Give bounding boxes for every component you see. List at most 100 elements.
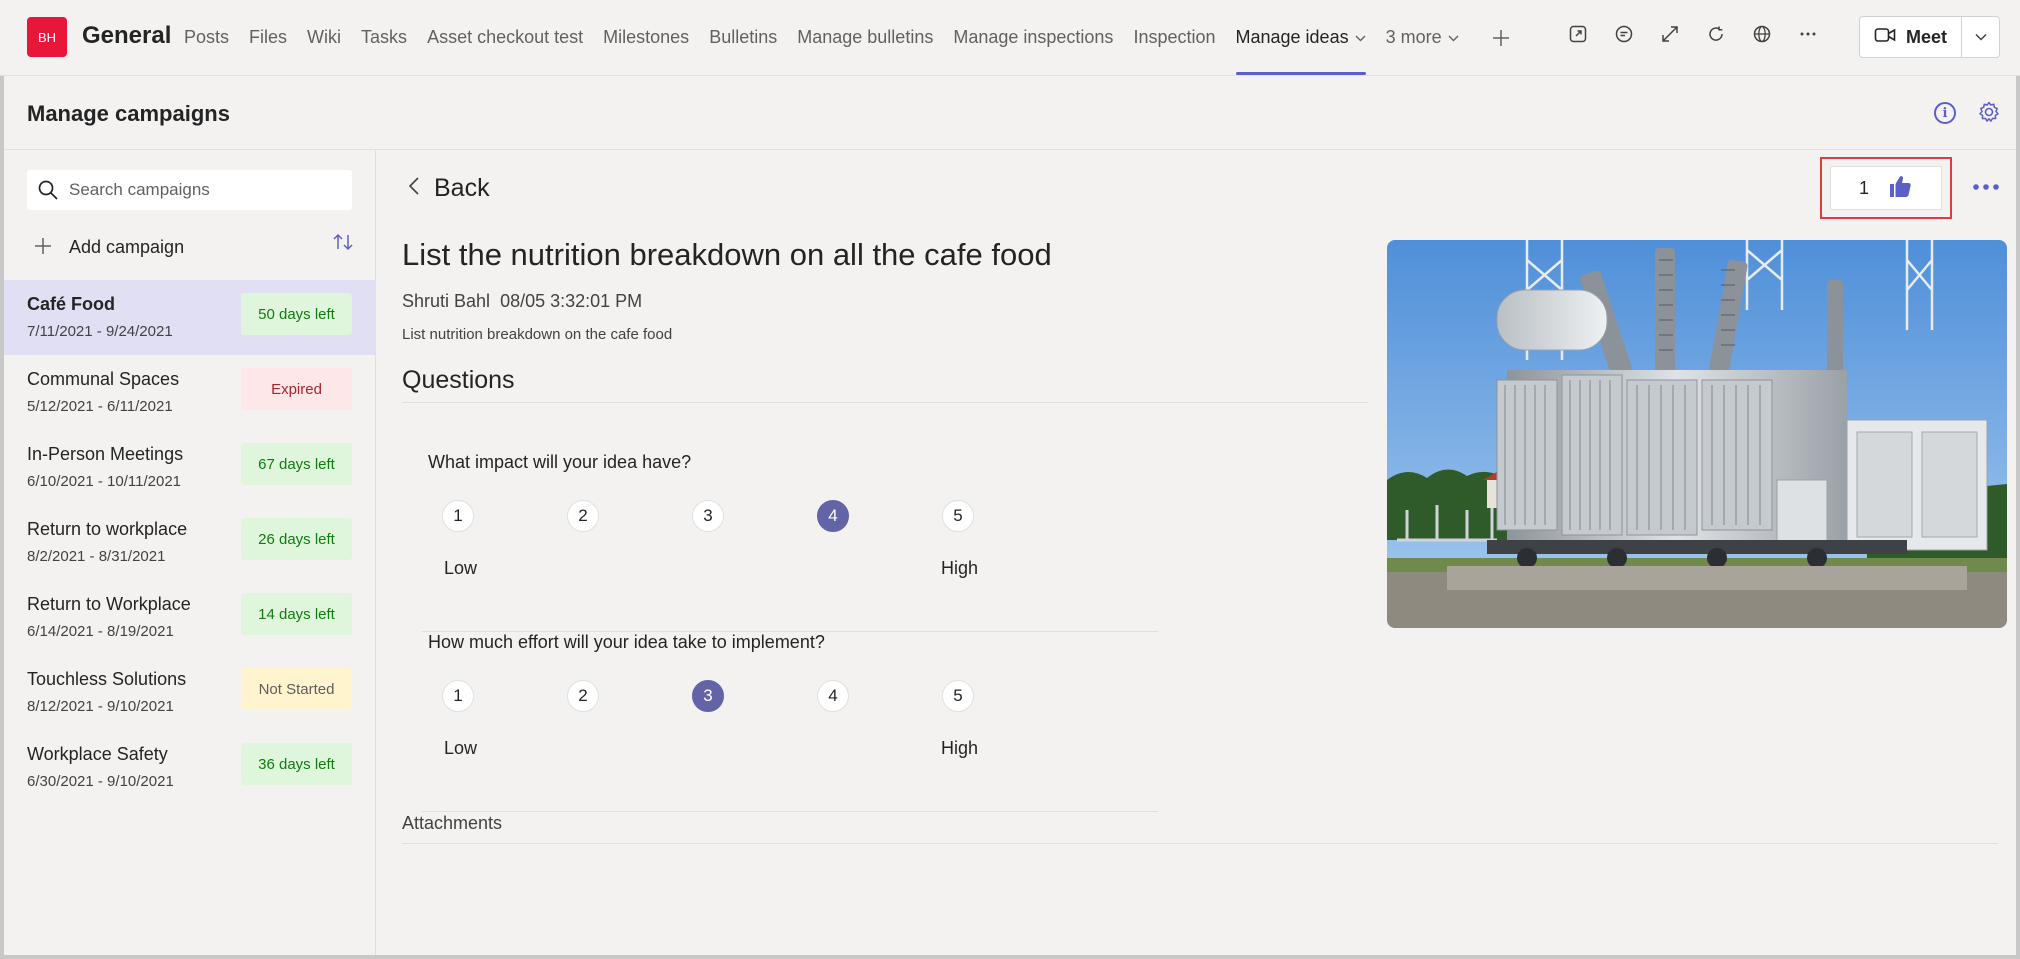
gear-icon[interactable] [1977, 100, 2001, 124]
rating-option[interactable]: 4 [817, 500, 849, 532]
tab-label: Files [249, 27, 288, 47]
rating-low-label: Low [444, 738, 478, 758]
chevron-down-icon [1448, 31, 1459, 45]
thumbs-up-icon [1887, 173, 1913, 204]
tab-manage-inspections[interactable]: Manage inspections [953, 0, 1113, 75]
video-camera-icon [1874, 25, 1896, 50]
tab-inspection[interactable]: Inspection [1133, 0, 1215, 75]
attachments-divider [402, 843, 1998, 844]
campaign-item[interactable]: Return to workplace 8/2/2021 - 8/31/2021 2… [4, 505, 376, 580]
campaign-name: Communal Spaces [27, 369, 180, 389]
tab-label: 3 more [1385, 27, 1442, 47]
meet-label: Meet [1906, 26, 1948, 47]
status-badge: 67 days left [241, 443, 352, 485]
rating-low-label: Low [444, 558, 478, 578]
refresh-icon[interactable] [1704, 22, 1728, 46]
meet-now-button[interactable]: Meet [1860, 17, 1962, 57]
add-tab-icon[interactable] [1491, 0, 1511, 75]
tab-wiki[interactable]: Wiki [307, 0, 341, 75]
rating-option[interactable]: 5 [942, 680, 974, 712]
more-options-icon[interactable] [1972, 170, 2000, 194]
chevron-down-icon [1355, 31, 1366, 45]
status-badge: 14 days left [241, 593, 352, 635]
questions-divider [402, 402, 1368, 403]
search-icon [37, 179, 59, 201]
campaign-item[interactable]: In-Person Meetings 6/10/2021 - 10/11/2021… [4, 430, 376, 505]
rating-option[interactable]: 3 [692, 680, 724, 712]
tab-label: Asset checkout test [427, 27, 584, 47]
meet-dropdown[interactable] [1962, 30, 1999, 44]
campaign-dates: 6/14/2021 - 8/19/2021 [27, 623, 174, 640]
tab-label: Inspection [1133, 27, 1216, 47]
tab-milestones[interactable]: Milestones [603, 0, 689, 75]
status-badge: 50 days left [241, 293, 352, 335]
campaign-item[interactable]: Touchless Solutions 8/12/2021 - 9/10/2021… [4, 655, 376, 730]
tab-manage-bulletins[interactable]: Manage bulletins [797, 0, 933, 75]
attachments-heading: Attachments [402, 813, 503, 833]
rating-high-label: High [941, 738, 979, 758]
tab-asset-checkout-test[interactable]: Asset checkout test [427, 0, 583, 75]
tab-label: Posts [184, 27, 230, 47]
tab-posts[interactable]: Posts [184, 0, 229, 75]
tab-label: Manage bulletins [797, 27, 934, 47]
search-box[interactable] [27, 170, 352, 210]
question-block: What impact will your idea have? 1 2 3 4 5 Low… [422, 452, 1158, 632]
search-input[interactable] [69, 180, 329, 200]
add-campaign-label: Add campaign [69, 237, 185, 257]
rating-option[interactable]: 3 [692, 500, 724, 532]
rating-high-label: High [941, 558, 979, 578]
tab-label: Tasks [361, 27, 408, 47]
campaign-name: Café Food [27, 294, 115, 314]
rating-option[interactable]: 2 [567, 500, 599, 532]
question-text: What impact will your idea have? [428, 452, 692, 472]
idea-image [1387, 240, 2007, 628]
more-horizontal-icon[interactable] [1796, 22, 1820, 46]
campaign-item[interactable]: Café Food 7/11/2021 - 9/24/2021 50 days le… [4, 280, 376, 355]
add-campaign-button[interactable]: Add campaign [33, 232, 184, 263]
meet-button[interactable]: Meet [1859, 16, 2000, 58]
campaign-item[interactable]: Workplace Safety 6/30/2021 - 9/10/2021 36 … [4, 730, 376, 805]
tab-bulletins[interactable]: Bulletins [709, 0, 777, 75]
tab-label: Milestones [603, 27, 690, 47]
rating-option[interactable]: 1 [442, 500, 474, 532]
back-button[interactable]: Back [408, 174, 490, 203]
question-block: How much effort will your idea take to i… [422, 632, 1158, 812]
campaign-name: Touchless Solutions [27, 669, 187, 689]
idea-description: List nutrition breakdown on the cafe foo… [402, 326, 673, 343]
rating-option[interactable]: 1 [442, 680, 474, 712]
tab-files[interactable]: Files [249, 0, 287, 75]
like-button[interactable]: 1 [1830, 166, 1942, 210]
page-title: Manage campaigns [27, 101, 230, 126]
campaign-dates: 6/30/2021 - 9/10/2021 [27, 773, 174, 790]
tab-label: Bulletins [709, 27, 778, 47]
team-avatar[interactable]: BH [27, 17, 67, 57]
idea-title: List the nutrition breakdown on all the … [402, 237, 1052, 272]
expand-icon[interactable] [1658, 22, 1682, 46]
campaign-item[interactable]: Return to Workplace 6/14/2021 - 8/19/2021… [4, 580, 376, 655]
tab-tasks[interactable]: Tasks [361, 0, 407, 75]
rating-option[interactable]: 5 [942, 500, 974, 532]
status-badge: 26 days left [241, 518, 352, 560]
globe-icon[interactable] [1750, 22, 1774, 46]
tab-label: Wiki [307, 27, 342, 47]
popout-icon[interactable] [1566, 22, 1590, 46]
header-actions [1566, 22, 1820, 46]
rating-option[interactable]: 4 [817, 680, 849, 712]
channel-title: General [82, 22, 172, 49]
idea-meta: Shruti Bahl 08/05 3:32:01 PM [402, 291, 642, 312]
plus-icon [33, 232, 53, 263]
sort-icon[interactable] [332, 232, 354, 258]
tab-manage-ideas[interactable]: Manage ideas [1235, 0, 1366, 75]
question-text: How much effort will your idea take to i… [428, 632, 825, 652]
rating-option[interactable]: 2 [567, 680, 599, 712]
tab-3-more[interactable]: 3 more [1386, 0, 1459, 75]
campaign-list: Café Food 7/11/2021 - 9/24/2021 50 days le… [4, 280, 376, 805]
campaign-dates: 8/2/2021 - 8/31/2021 [27, 548, 166, 565]
tab-bar: Posts Files Wiki Tasks Asset checkout test Mi… [184, 0, 1511, 75]
campaign-dates: 7/11/2021 - 9/24/2021 [27, 323, 173, 340]
chat-icon[interactable] [1612, 22, 1636, 46]
info-icon[interactable]: i [1934, 102, 1956, 124]
channel-header: BH General Posts Files Wiki Tasks Asset chec… [0, 0, 2020, 75]
campaign-item[interactable]: Communal Spaces 5/12/2021 - 6/11/2021 Expi… [4, 355, 376, 430]
campaign-dates: 5/12/2021 - 6/11/2021 [27, 398, 173, 415]
